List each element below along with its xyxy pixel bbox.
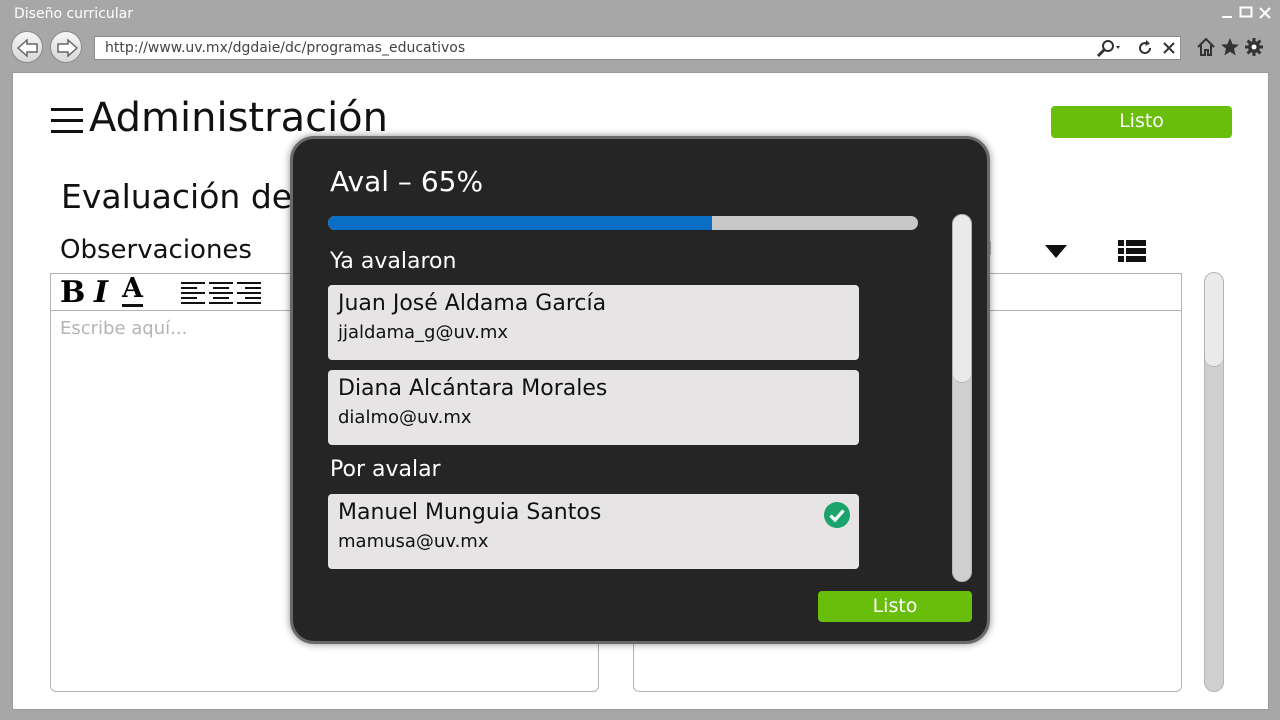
gear-icon[interactable] — [1244, 37, 1264, 61]
header-done-button[interactable]: Listo — [1051, 106, 1232, 138]
dropdown-arrow-icon[interactable] — [1045, 245, 1067, 258]
window-titlebar: Diseño curricular — [0, 0, 1280, 30]
observations-label: Observaciones — [60, 235, 252, 265]
check-circle-icon[interactable] — [823, 501, 851, 533]
star-icon[interactable] — [1220, 37, 1240, 61]
aval-progress-fill — [328, 216, 712, 230]
home-icon[interactable] — [1196, 37, 1216, 61]
list-view-icon[interactable] — [1118, 239, 1146, 267]
close-icon[interactable] — [1258, 5, 1272, 24]
section-title: Evaluación de — [61, 177, 293, 216]
url-text: http://www.uv.mx/dgdaie/dc/programas_edu… — [105, 40, 466, 56]
window-title: Diseño curricular — [14, 6, 133, 22]
aval-progress-bar — [328, 216, 918, 230]
address-bar[interactable]: http://www.uv.mx/dgdaie/dc/programas_edu… — [94, 36, 1181, 60]
group-label-pending: Por avalar — [330, 457, 441, 482]
modal-scrollbar-thumb[interactable] — [953, 215, 971, 383]
person-email: jjaldama_g@uv.mx — [338, 322, 509, 343]
person-name: Juan José Aldama García — [338, 291, 607, 316]
page-title: Administración — [89, 95, 389, 141]
modal-scrollbar[interactable] — [952, 214, 972, 582]
refresh-icon[interactable] — [1136, 39, 1154, 61]
aval-modal: Aval – 65% Ya avalaron Juan José Aldama … — [290, 136, 990, 644]
person-email: mamusa@uv.mx — [338, 531, 489, 552]
modal-done-button[interactable]: Listo — [818, 591, 972, 622]
italic-icon[interactable]: I — [94, 275, 108, 310]
back-button[interactable] — [11, 31, 43, 63]
align-right-icon[interactable] — [237, 281, 263, 309]
search-icon[interactable] — [1095, 39, 1125, 61]
maximize-icon[interactable] — [1239, 5, 1253, 24]
list-item[interactable]: Manuel Munguia Santos mamusa@uv.mx — [328, 494, 859, 569]
person-name: Manuel Munguia Santos — [338, 500, 602, 525]
bold-icon[interactable]: B — [60, 275, 85, 310]
page-scrollbar-thumb[interactable] — [1205, 273, 1223, 367]
person-email: dialmo@uv.mx — [338, 407, 472, 428]
list-item[interactable]: Diana Alcántara Morales dialmo@uv.mx — [328, 370, 859, 445]
person-name: Diana Alcántara Morales — [338, 376, 608, 401]
page-scrollbar[interactable] — [1204, 272, 1224, 692]
stop-icon[interactable] — [1161, 39, 1177, 61]
minimize-icon[interactable] — [1220, 5, 1234, 24]
editor-placeholder: Escribe aquí... — [60, 318, 188, 339]
forward-button[interactable] — [50, 31, 82, 63]
browser-toolbar: http://www.uv.mx/dgdaie/dc/programas_edu… — [0, 30, 1280, 68]
font-color-icon[interactable]: A — [122, 274, 143, 307]
modal-title: Aval – 65% — [330, 165, 484, 198]
group-label-approved: Ya avalaron — [330, 249, 457, 274]
align-left-icon[interactable] — [181, 281, 207, 309]
align-center-icon[interactable] — [209, 281, 235, 309]
hamburger-menu-icon[interactable] — [51, 108, 83, 133]
list-item[interactable]: Juan José Aldama García jjaldama_g@uv.mx — [328, 285, 859, 360]
